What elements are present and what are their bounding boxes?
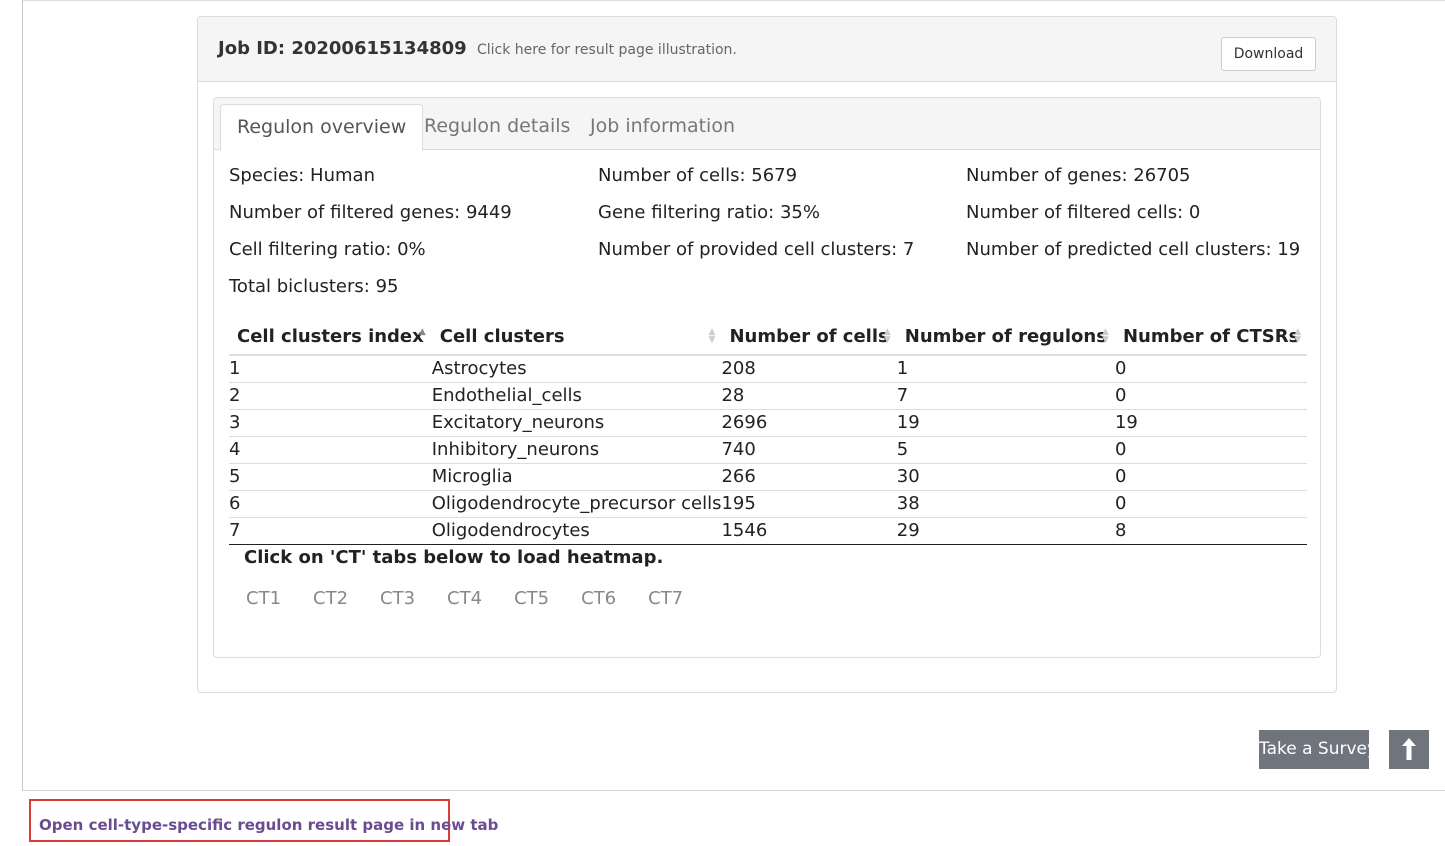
ct-tab-bar: CT1 CT2 CT3 CT4 CT5 CT6 CT7 <box>230 588 699 609</box>
stat-cell-ratio: Cell filtering ratio: 0% <box>229 239 426 260</box>
download-button[interactable]: Download <box>1221 37 1316 71</box>
cell-ctsrs: 0 <box>1114 463 1308 491</box>
tab-ct5[interactable]: CT5 <box>498 588 565 609</box>
table-row: 5 Microglia 266 30 0 <box>229 463 1308 491</box>
tab-bar: Regulon overview Regulon details Job inf… <box>214 98 1320 151</box>
result-panel: Job ID: 20200615134809 Click here for re… <box>197 16 1337 693</box>
col-header-cells[interactable]: Number of cells ▲ ▼ <box>721 318 897 356</box>
cell-cluster: Oligodendrocytes <box>431 517 722 545</box>
cell-index: 1 <box>229 355 432 383</box>
cluster-table: Cell clusters index ▲ Cell clusters ▲ ▼ N… <box>229 318 1308 545</box>
cell-cells: 740 <box>721 436 897 464</box>
sort-icon: ▲ ▼ <box>883 327 891 345</box>
cell-cluster: Endothelial_cells <box>431 382 722 410</box>
top-divider <box>22 0 1445 1</box>
job-id-heading: Job ID: 20200615134809 Click here for re… <box>218 38 737 59</box>
highlight-box: Open cell-type-specific regulon result p… <box>29 799 498 842</box>
bottom-divider <box>22 790 1445 791</box>
table-row: 4 Inhibitory_neurons 740 5 0 <box>229 436 1308 464</box>
job-id-label: Job ID: 20200615134809 <box>218 38 467 59</box>
left-divider <box>22 0 23 790</box>
back-to-top-button[interactable] <box>1389 730 1429 769</box>
col-header-index[interactable]: Cell clusters index ▲ <box>229 318 432 356</box>
tab-container: Regulon overview Regulon details Job inf… <box>213 97 1321 658</box>
cell-cells: 266 <box>721 463 897 491</box>
tab-regulon-overview[interactable]: Regulon overview <box>220 104 424 151</box>
table-row: 2 Endothelial_cells 28 7 0 <box>229 382 1308 410</box>
tab-ct6[interactable]: CT6 <box>565 588 632 609</box>
tab-ct1[interactable]: CT1 <box>230 588 297 609</box>
cell-index: 6 <box>229 490 432 518</box>
cell-regulons: 19 <box>896 409 1115 437</box>
tab-regulon-details[interactable]: Regulon details <box>408 104 586 151</box>
cell-regulons: 5 <box>896 436 1115 464</box>
cell-cells: 195 <box>721 490 897 518</box>
panel-header: Job ID: 20200615134809 Click here for re… <box>198 17 1336 82</box>
col-header-clusters[interactable]: Cell clusters ▲ ▼ <box>431 318 722 356</box>
stat-filtered-cells: Number of filtered cells: 0 <box>966 202 1201 223</box>
table-header-row: Cell clusters index ▲ Cell clusters ▲ ▼ N… <box>229 318 1308 356</box>
stat-species: Species: Human <box>229 165 375 186</box>
cell-cells: 208 <box>721 355 897 383</box>
cell-cluster: Oligodendrocyte_precursor cells <box>431 490 722 518</box>
cell-regulons: 29 <box>896 517 1115 545</box>
table-row: 7 Oligodendrocytes 1546 29 8 <box>229 517 1308 545</box>
col-header-ctsrs[interactable]: Number of CTSRs ▲ ▼ <box>1114 318 1308 356</box>
cell-regulons: 7 <box>896 382 1115 410</box>
illustration-link[interactable]: Click here for result page illustration. <box>477 42 737 58</box>
cell-index: 2 <box>229 382 432 410</box>
cell-ctsrs: 0 <box>1114 490 1308 518</box>
take-survey-button[interactable]: Take a Survey <box>1259 730 1377 769</box>
open-result-new-tab-link[interactable]: Open cell-type-specific regulon result p… <box>39 816 498 834</box>
cell-cells: 1546 <box>721 517 897 545</box>
cell-index: 5 <box>229 463 432 491</box>
stat-filtered-genes: Number of filtered genes: 9449 <box>229 202 512 223</box>
cell-regulons: 1 <box>896 355 1115 383</box>
tab-ct7[interactable]: CT7 <box>632 588 699 609</box>
stat-gene-ratio: Gene filtering ratio: 35% <box>598 202 820 223</box>
table-row: 6 Oligodendrocyte_precursor cells 195 38… <box>229 490 1308 518</box>
sort-asc-icon: ▲ <box>418 327 426 337</box>
stat-genes: Number of genes: 26705 <box>966 165 1191 186</box>
table-row: 3 Excitatory_neurons 2696 19 19 <box>229 409 1308 437</box>
cell-cells: 2696 <box>721 409 897 437</box>
cell-cluster: Inhibitory_neurons <box>431 436 722 464</box>
cell-ctsrs: 8 <box>1114 517 1308 545</box>
cell-index: 4 <box>229 436 432 464</box>
cell-cluster: Excitatory_neurons <box>431 409 722 437</box>
sort-icon: ▲ ▼ <box>1294 327 1302 345</box>
cell-index: 7 <box>229 517 432 545</box>
heatmap-instruction: Click on 'CT' tabs below to load heatmap… <box>244 547 664 568</box>
tab-ct3[interactable]: CT3 <box>364 588 431 609</box>
cell-cells: 28 <box>721 382 897 410</box>
tab-job-information[interactable]: Job information <box>574 104 751 151</box>
stat-cells: Number of cells: 5679 <box>598 165 798 186</box>
stat-provided-clusters: Number of provided cell clusters: 7 <box>598 239 915 260</box>
cell-cluster: Astrocytes <box>431 355 722 383</box>
sort-icon: ▲ ▼ <box>1102 327 1109 345</box>
cell-ctsrs: 0 <box>1114 436 1308 464</box>
table-row: 1 Astrocytes 208 1 0 <box>229 355 1308 383</box>
cell-cluster: Microglia <box>431 463 722 491</box>
col-header-regulons[interactable]: Number of regulons ▲ ▼ <box>896 318 1115 356</box>
cell-ctsrs: 0 <box>1114 382 1308 410</box>
cell-regulons: 30 <box>896 463 1115 491</box>
sort-icon: ▲ ▼ <box>708 327 716 345</box>
tab-ct2[interactable]: CT2 <box>297 588 364 609</box>
cell-regulons: 38 <box>896 490 1115 518</box>
cell-ctsrs: 19 <box>1114 409 1308 437</box>
cell-ctsrs: 0 <box>1114 355 1308 383</box>
arrow-up-icon <box>1402 738 1416 760</box>
stat-biclusters: Total biclusters: 95 <box>229 276 399 297</box>
stat-predicted-clusters: Number of predicted cell clusters: 19 <box>966 239 1301 260</box>
tab-ct4[interactable]: CT4 <box>431 588 498 609</box>
cell-index: 3 <box>229 409 432 437</box>
